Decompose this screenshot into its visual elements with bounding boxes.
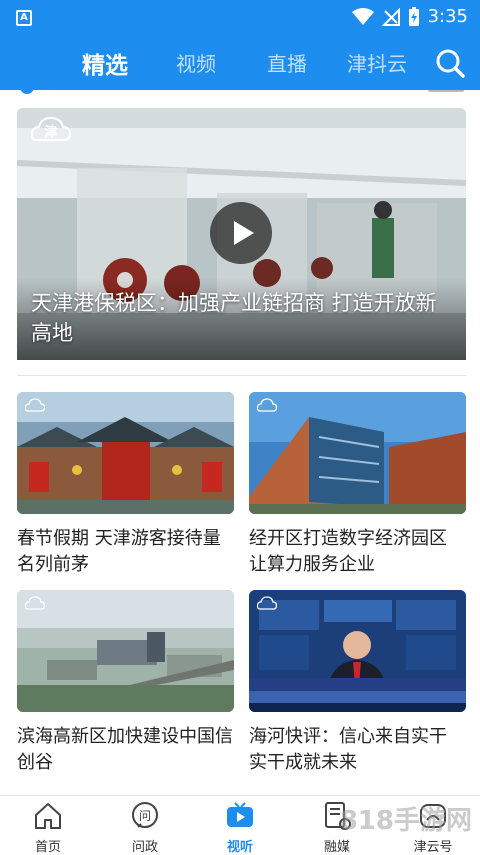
news-card[interactable]: 经开区打造数字经济园区 让算力服务企业 [249,392,466,578]
site-watermark: 818手游网 [339,806,472,836]
tv-icon [227,802,253,827]
ask-icon: 问 [132,802,158,828]
search-icon[interactable] [434,47,466,79]
tab-live[interactable]: 直播 [267,48,307,77]
tianjin-tv-logo-icon: 津 [31,116,71,141]
news-title[interactable]: 滨海高新区加快建设中国信创谷 [17,724,234,776]
hero-title[interactable]: 天津港保税区：加强产业链招商 打造开放新高地 [31,288,456,348]
nav-home[interactable]: 首页 [13,800,83,855]
news-card[interactable]: 海河快评：信心来自实干 实干成就未来 [249,590,466,776]
wifi-icon [351,7,374,25]
nav-label: 津云号 [413,840,453,855]
status-icons: 3:35 [351,6,468,27]
nav-label: 问政 [131,840,158,855]
news-thumbnail [249,590,466,712]
svg-text:问: 问 [139,809,151,823]
news-title[interactable]: 经开区打造数字经济园区 让算力服务企业 [249,526,466,578]
tianjin-tv-logo-icon [25,596,45,610]
tab-jindouyun[interactable]: 津抖云 [347,48,407,77]
no-signal-icon [381,7,400,26]
tab-featured[interactable]: 精选 [82,46,128,80]
news-feed[interactable]: 津 天津港保税区：加强产业链招商 打造开放新高地 春节假期 天津游客接待量名列前… [0,90,480,795]
previous-item-peek [16,90,464,96]
news-card[interactable]: 滨海高新区加快建设中国信创谷 [17,590,234,776]
news-title[interactable]: 春节假期 天津游客接待量名列前茅 [17,526,234,578]
news-thumbnail [17,590,234,712]
news-title[interactable]: 海河快评：信心来自实干 实干成就未来 [249,724,466,776]
battery-charging-icon [408,6,419,26]
news-thumbnail [249,392,466,514]
tianjin-tv-logo-icon [257,596,277,610]
status-bar: A 3:35 [0,0,480,38]
svg-text:津: 津 [44,124,57,140]
tianjin-tv-logo-icon [257,398,277,412]
tianjin-tv-logo-icon [25,398,45,412]
app-notification-icon: A [16,10,32,26]
nav-watch[interactable]: 视听 [205,800,275,855]
nav-label: 首页 [34,840,61,855]
news-thumbnail [17,392,234,514]
section-divider [17,375,466,376]
nav-label: 视听 [226,840,253,855]
home-icon [35,803,61,829]
clock-time: 3:35 [427,6,468,27]
nav-label: 融媒 [323,840,350,855]
play-button[interactable] [210,202,272,264]
top-tab-bar: 精选 视频 直播 津抖云 [0,38,480,90]
news-card[interactable]: 春节假期 天津游客接待量名列前茅 [17,392,234,578]
nav-ask[interactable]: 问 问政 [110,800,180,855]
tab-video[interactable]: 视频 [176,48,216,77]
